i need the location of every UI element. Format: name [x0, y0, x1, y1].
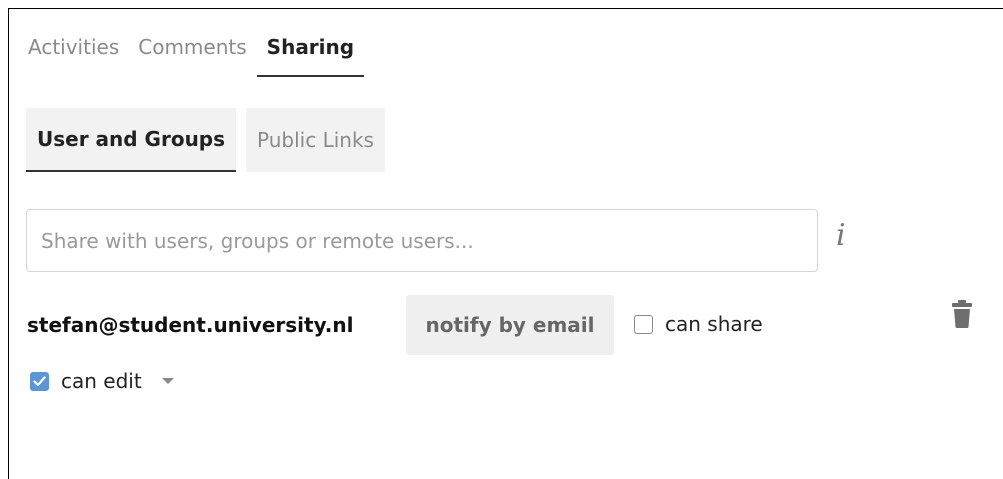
tab-sharing[interactable]: Sharing: [256, 30, 365, 77]
check-icon: [33, 375, 46, 386]
share-search-input[interactable]: [26, 209, 818, 272]
sidebar-tabs: Activities Comments Sharing: [28, 30, 383, 80]
can-share-box[interactable]: [634, 314, 653, 334]
tab-comments[interactable]: Comments: [138, 30, 246, 64]
caret-down-icon[interactable]: [161, 378, 174, 384]
subtab-users-groups-label: User and Groups: [37, 127, 226, 151]
can-edit-box[interactable]: [30, 371, 49, 391]
can-share-label: can share: [665, 312, 763, 336]
sharing-subtabs: User and Groups Public Links: [26, 108, 385, 172]
notify-by-email-button[interactable]: notify by email: [406, 295, 614, 355]
share-recipient: stefan@student.university.nl: [27, 313, 354, 337]
subtab-public-links-label: Public Links: [257, 128, 374, 152]
can-edit-label: can edit: [61, 369, 142, 393]
subtab-public-links[interactable]: Public Links: [246, 108, 385, 172]
trash-icon[interactable]: [952, 300, 972, 328]
can-edit-checkbox[interactable]: can edit: [30, 369, 174, 393]
can-share-checkbox[interactable]: can share: [634, 312, 763, 336]
info-icon[interactable]: i: [836, 218, 846, 253]
tab-activities[interactable]: Activities: [28, 30, 119, 64]
subtab-users-groups[interactable]: User and Groups: [26, 108, 237, 172]
notify-by-email-label: notify by email: [425, 313, 595, 337]
